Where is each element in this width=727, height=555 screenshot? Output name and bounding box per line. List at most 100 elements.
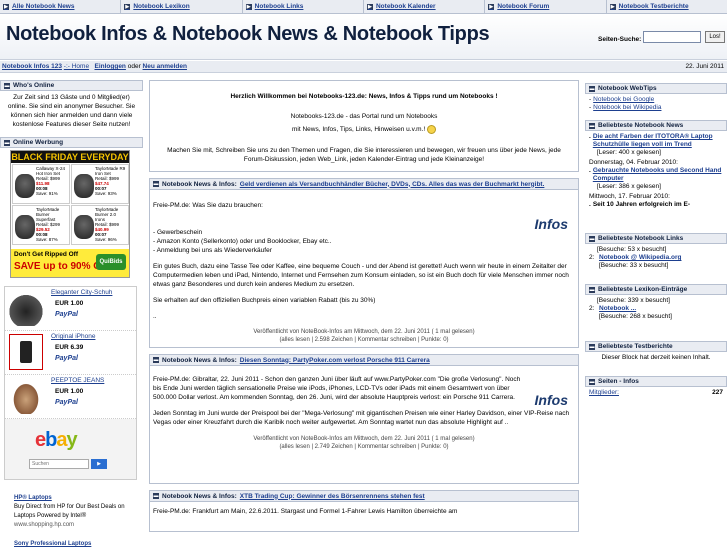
article-footer: Veröffentlicht von NoteBook-Infos am Mit… xyxy=(253,329,475,335)
collapse-icon[interactable]: ▬ xyxy=(589,235,595,242)
topnav-item-links[interactable]: ▶ Notebook Links xyxy=(243,0,364,13)
shoe-image xyxy=(9,290,43,326)
collapse-icon[interactable]: ▬ xyxy=(153,357,159,363)
webtips-box: ▬ Notebook WebTips - Notebook bei Google -… xyxy=(585,83,727,114)
article-line: - Anmeldung bei uns als Wiederverkäufer xyxy=(153,247,272,254)
current-date: 22. Juni 2011 xyxy=(685,63,724,70)
arrow-icon: ▶ xyxy=(488,3,495,10)
ebay-logo[interactable]: ebay xyxy=(35,429,78,452)
collapse-icon[interactable]: ▬ xyxy=(4,139,10,146)
sponsored-ad-hp[interactable]: HP® Laptops Buy Direct from HP for Our B… xyxy=(0,494,143,549)
arrow-icon: ▶ xyxy=(609,3,616,10)
beliebt-test-header: ▬ Beliebteste Testberichte xyxy=(585,341,727,352)
ebay-search-widget: ebay ▶ xyxy=(5,419,136,479)
paypal-logo: PayPal xyxy=(55,311,78,318)
welcome-body: Machen Sie mit, Schreiben Sie uns zu den… xyxy=(167,147,561,163)
article: ▬ Notebook News & Infos: Geld verdienen al… xyxy=(149,178,579,348)
paypal-logo: PayPal xyxy=(55,399,78,406)
collapse-icon[interactable]: ▬ xyxy=(153,493,159,499)
beliebt-links-header: ▬ Beliebteste Notebook Links xyxy=(585,233,727,244)
list-item[interactable]: - Notebook bei Google xyxy=(589,96,723,104)
article-footer-links[interactable]: (alles lesen | 2.749 Zeichen | Kommentar… xyxy=(153,443,575,451)
product-item[interactable]: Original iPhone EUR 6.39 PayPal xyxy=(5,331,136,375)
webtips-list: - Notebook bei Google - Notebook bei Wikip… xyxy=(585,94,727,114)
beliebt-links-list: [Besuche: 53 x besucht] 2: Notebook @ Wik… xyxy=(585,244,727,278)
topnav-item-lexikon[interactable]: ▶ Notebook Lexikon xyxy=(121,0,243,13)
members-label[interactable]: Mitglieder: xyxy=(589,389,619,397)
collapse-icon[interactable]: ▬ xyxy=(589,122,595,129)
topnav-item-news[interactable]: ▶ Alle Notebook News xyxy=(0,0,122,13)
article-line: Freie-PM.de: Frankfurt am Main, 22.6.201… xyxy=(153,508,458,515)
ebay-search-button[interactable]: ▶ xyxy=(91,459,107,469)
article-line: Freie-PM.de: Gibraltar, 22. Juni 2011 - … xyxy=(153,376,521,401)
collapse-icon[interactable]: ▬ xyxy=(153,181,159,187)
list-item[interactable]: - Notebook bei Wikipedia xyxy=(589,104,723,112)
collapse-icon[interactable]: ▬ xyxy=(4,82,10,89)
infos-logo: Infos xyxy=(534,216,568,232)
welcome-title: Herzlich Willkommen bei Notebooks-123.de… xyxy=(230,93,498,100)
members-count: 227 xyxy=(712,389,723,396)
topnav-item-forum[interactable]: ▶ Notebook Forum xyxy=(485,0,607,13)
members-row: Mitglieder: 227 xyxy=(585,387,727,399)
golf-club-image xyxy=(74,174,94,198)
register-link[interactable]: Neu anmelden xyxy=(143,63,187,70)
product-item[interactable]: Eleganter City-Schuh EUR 1.00 PayPal xyxy=(5,287,136,331)
article-header: ▬ Notebook News & Infos: Geld verdienen al… xyxy=(149,178,579,190)
search-button[interactable]: Los! xyxy=(705,31,725,43)
werbung-header: ▬ Online Werbung xyxy=(0,137,143,148)
arrow-icon: ▶ xyxy=(366,3,373,10)
collapse-icon[interactable]: ▬ xyxy=(589,85,595,92)
werbung-box: ▬ Online Werbung BLACK FRIDAY EVERYDAY Ca… xyxy=(0,137,143,549)
topnav-item-kalender[interactable]: ▶ Notebook Kalender xyxy=(364,0,486,13)
collapse-icon[interactable]: ▬ xyxy=(589,343,595,350)
beliebt-lexikon-list: [Besuche: 339 x besucht] 2: Notebook ...[… xyxy=(585,295,727,335)
breadcrumb-home[interactable]: -:- Home xyxy=(64,63,89,70)
whos-online-header: ▬ Who's Online xyxy=(0,80,143,91)
article: ▬ Notebook News & Infos: Diesen Sonntag: P… xyxy=(149,354,579,484)
collapse-icon[interactable]: ▬ xyxy=(589,286,595,293)
whos-online-box: ▬ Who's Online Zur Zeit sind 13 Gäste und… xyxy=(0,80,143,131)
ad-cell[interactable]: TaylorMade Burner Superfast Retail: $299 $… xyxy=(12,205,70,245)
article-line: Jeden Sonntag im Juni wurde der Preispoo… xyxy=(153,410,570,426)
login-link[interactable]: Einloggen xyxy=(94,63,125,70)
article-footer: Veröffentlicht von NoteBook-Infos am Mit… xyxy=(253,436,475,442)
list-item[interactable]: 2: Notebook ... [Besuche: 268 x besucht] xyxy=(589,305,723,321)
article-header: ▬ Notebook News & Infos: XTB Trading Cup: … xyxy=(149,490,579,502)
topnav-item-testberichte[interactable]: ▶ Notebook Testberichte xyxy=(607,0,727,13)
article-title-link[interactable]: Diesen Sonntag: PartyPoker.com verlost P… xyxy=(240,355,430,365)
list-item[interactable]: . Gebrauchte Notebooks und Second Hand Co… xyxy=(589,167,723,183)
article-title-link[interactable]: XTB Trading Cup: Gewinner des Börsenrenn… xyxy=(240,491,425,501)
article-title-link[interactable]: Geld verdienen als Versandbuchhändler Bü… xyxy=(240,179,545,189)
beliebt-news-box: ▬ Beliebteste Notebook News . Die acht Far… xyxy=(585,120,727,227)
ad-cell[interactable]: TaylorMade Burner 2.0 Irons Retail: $999 $… xyxy=(71,205,129,245)
site-title[interactable]: Notebook Infos & Notebook News & Noteboo… xyxy=(6,23,490,46)
list-item[interactable]: 2: Notebook @ Wikipedia.org [Besuche: 33 x… xyxy=(589,254,723,270)
breadcrumb-home-link[interactable]: Notebook Infos 123 xyxy=(2,63,62,70)
article-line: Sie erhalten auf den offiziellen Buchpre… xyxy=(153,297,376,304)
infos-logo: Infos xyxy=(534,392,568,408)
oder-text: oder xyxy=(127,63,141,70)
ebay-search-input[interactable] xyxy=(29,459,89,469)
welcome-box: Herzlich Willkommen bei Notebooks-123.de… xyxy=(149,80,579,172)
article-line: .. xyxy=(153,313,157,320)
site-header: Notebook Infos & Notebook News & Noteboo… xyxy=(0,14,727,60)
article: ▬ Notebook News & Infos: XTB Trading Cup: … xyxy=(149,490,579,532)
welcome-line3: mit News, Infos, Tips, Links, Hinweisen … xyxy=(153,125,575,134)
list-item[interactable]: . Seit 10 Jahren erfolgreich im E- xyxy=(589,201,723,209)
ad-headline: BLACK FRIDAY EVERYDAY xyxy=(11,151,129,163)
paypal-logo: PayPal xyxy=(55,355,78,362)
beliebt-test-box: ▬ Beliebteste Testberichte Dieser Block h… xyxy=(585,341,727,370)
webtips-header: ▬ Notebook WebTips xyxy=(585,83,727,94)
top-navigation: ▶ Alle Notebook News ▶ Notebook Lexikon ▶ N… xyxy=(0,0,727,14)
ad-cell[interactable]: TaylorMade R9 Iron Set Retail: $999 $47.74… xyxy=(71,164,129,204)
search-input[interactable] xyxy=(643,31,701,43)
ad-cell[interactable]: Callaway X-24 Hot Iron Set Retail: $999 $1… xyxy=(12,164,70,204)
article-footer-links[interactable]: (alles lesen | 2.598 Zeichen | Kommentar… xyxy=(153,336,575,344)
beliebt-lexikon-box: ▬ Beliebteste Lexikon-Einträge [Besuche: … xyxy=(585,284,727,335)
list-item[interactable]: . Die acht Farben der ITOTORA® Laptop Sch… xyxy=(589,133,723,149)
product-item[interactable]: PEEPTOE JEANS EUR 1.00 PayPal xyxy=(5,375,136,419)
article-line: - Amazon Konto (Sellerkonto) oder und Bo… xyxy=(153,238,332,245)
golf-club-image xyxy=(15,215,35,239)
quibids-banner-ad[interactable]: BLACK FRIDAY EVERYDAY Callaway X-24 Hot … xyxy=(10,150,130,278)
collapse-icon[interactable]: ▬ xyxy=(589,378,595,385)
